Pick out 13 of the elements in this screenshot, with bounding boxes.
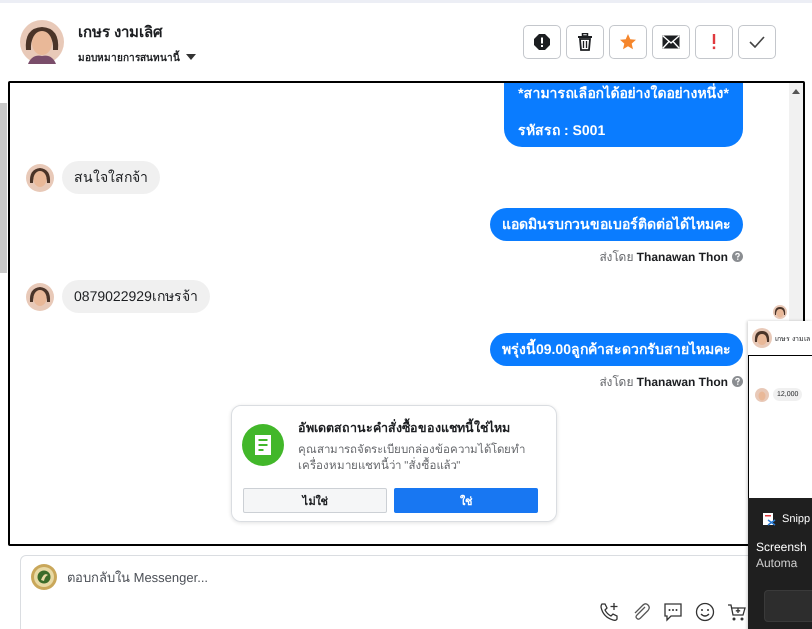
- incoming-message: สนใจใสกจ้า: [62, 161, 160, 194]
- outgoing-message: *สามารถเลือกได้อย่างใดอย่างหนึ่ง* รหัสรถ : S001: [504, 83, 743, 147]
- app-name: Snipp: [782, 513, 810, 525]
- card-description: คุณสามารถจัดระเบียบกล่องข้อความได้โดยทำเครื่องหมายแชทนี้ว่า "สั่งซื้อแล้ว": [298, 442, 526, 474]
- contact-name: เกษร งามเลิศ: [78, 22, 164, 42]
- card-title: อัพเดตสถานะคำสั่งซื้อของแชทนี้ใช่ไหม: [298, 418, 538, 438]
- notification-title: Screensh: [756, 540, 808, 554]
- incoming-message: 0879022929เกษรจ้า: [62, 280, 210, 313]
- outgoing-message: แอดมินรบกวนขอเบอร์ติดต่อได้ไหมคะ: [490, 208, 743, 241]
- sender-note: ส่งโดย Thanawan Thon: [599, 249, 728, 266]
- outgoing-message: พรุ่งนี้09.00ลูกค้าสะดวกรับสายไหมคะ: [490, 333, 743, 366]
- sender-note: ส่งโดย Thanawan Thon: [599, 374, 728, 391]
- notification-text: Automa: [756, 556, 798, 570]
